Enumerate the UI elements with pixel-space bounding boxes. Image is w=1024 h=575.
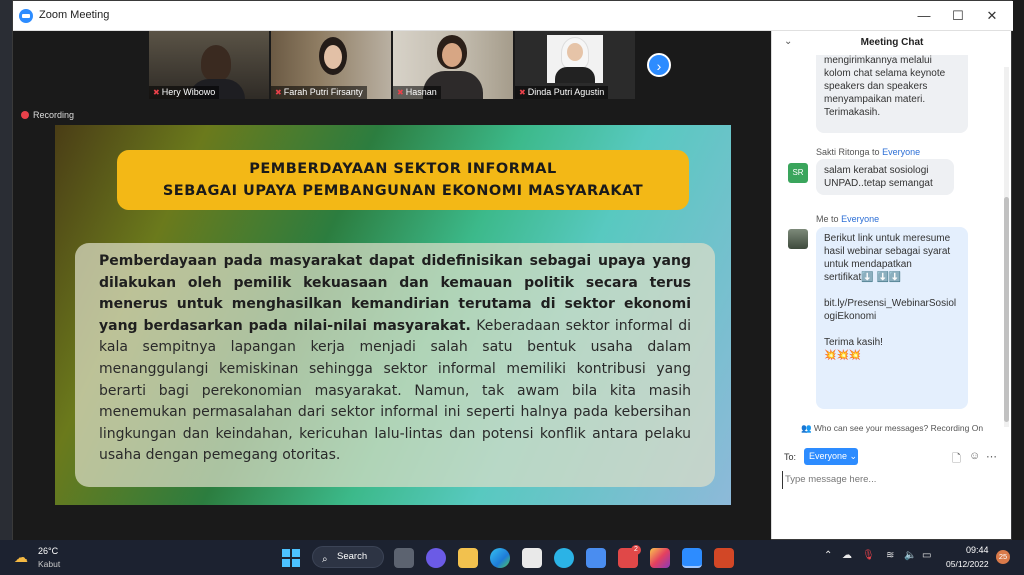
more-options-icon[interactable]: ⋯ bbox=[986, 450, 997, 463]
notification-badge: 2 bbox=[631, 545, 641, 555]
search-label: Search bbox=[337, 551, 368, 562]
chat-sender-line: Sakti Ritonga to Everyone bbox=[816, 147, 920, 157]
desktop-background bbox=[0, 0, 12, 540]
windows-start-icon[interactable] bbox=[282, 549, 300, 567]
meeting-area: ✖ Hery Wibowo ✖ Farah Putri Firsanty ✖ Hasn… bbox=[13, 31, 771, 541]
slide-body-box: Pemberdayaan pada masyarakat dapat didef… bbox=[75, 243, 715, 487]
maximize-button[interactable]: ☐ bbox=[943, 5, 973, 27]
participant-name: Dinda Putri Agustin bbox=[527, 87, 605, 97]
chat-panel: ⌄ Meeting Chat mengirimkannya melalui ko… bbox=[771, 31, 1011, 539]
privacy-note[interactable]: 👥 Who can see your messages? Recording O… bbox=[772, 423, 1012, 434]
chat-closing-text: Terima kasih! bbox=[824, 337, 883, 348]
mic-muted-icon: ✖ bbox=[153, 88, 160, 97]
zoom-taskbar-icon[interactable] bbox=[682, 548, 702, 568]
window-title: Zoom Meeting bbox=[39, 9, 110, 21]
todo-app-icon[interactable]: 2 bbox=[618, 545, 641, 568]
participant-tile[interactable]: ✖ Hery Wibowo bbox=[149, 31, 269, 99]
chat-message: mengirimkannya melalui kolom chat selama… bbox=[816, 55, 968, 133]
chat-emojis: 💥💥💥 bbox=[824, 350, 862, 361]
clock-time[interactable]: 09:44 bbox=[966, 545, 989, 555]
file-explorer-icon[interactable] bbox=[458, 548, 478, 568]
recipient-name[interactable]: Everyone bbox=[841, 214, 879, 224]
help-app-icon[interactable] bbox=[554, 548, 574, 568]
chat-sender-line: Me to Everyone bbox=[816, 214, 879, 224]
shared-screen-slide: PEMBERDAYAAN SEKTOR INFORMAL SEBAGAI UPA… bbox=[55, 125, 731, 505]
recipient-dropdown[interactable]: Everyone ⌄ bbox=[804, 448, 858, 465]
file-icon[interactable]: 🗋 bbox=[952, 450, 961, 469]
slide-title-line-1: PEMBERDAYAAN SEKTOR INFORMAL bbox=[249, 161, 557, 177]
zoom-logo-icon bbox=[19, 9, 33, 23]
sender-name: Me bbox=[816, 214, 829, 224]
chat-message-input[interactable]: Type message here... bbox=[782, 471, 1002, 489]
weather-description[interactable]: Kabut bbox=[38, 559, 60, 569]
participant-tile[interactable]: ✖ Hasnan bbox=[393, 31, 513, 99]
chat-title: Meeting Chat bbox=[860, 37, 924, 48]
recipient-name[interactable]: Everyone bbox=[882, 147, 920, 157]
chat-message: salam kerabat sosiologi UNPAD..tetap sem… bbox=[816, 159, 954, 195]
participant-name: Farah Putri Firsanty bbox=[283, 87, 363, 97]
chat-scrollbar[interactable] bbox=[1004, 67, 1009, 427]
participant-video bbox=[201, 45, 231, 81]
avatar bbox=[788, 229, 808, 249]
sender-name: Sakti Ritonga bbox=[816, 147, 870, 157]
chevron-up-icon[interactable]: ⌃ bbox=[824, 550, 832, 561]
slide-title-line-2: SEBAGAI UPAYA PEMBANGUNAN EKONOMI MASYAR… bbox=[162, 183, 644, 199]
slide-body-regular: Keberadaan sektor informal di kala sempi… bbox=[99, 317, 691, 464]
mic-muted-icon: ✖ bbox=[275, 88, 282, 97]
emoji-icon[interactable]: ☺ bbox=[969, 450, 980, 462]
recipient-value: Everyone bbox=[809, 451, 848, 461]
chat-link[interactable]: bit.ly/Presensi_WebinarSosiologiEkonomi bbox=[824, 297, 960, 323]
chevron-down-icon: ⌄ bbox=[849, 451, 858, 461]
chat-message: Berikut link untuk meresume hasil webina… bbox=[816, 227, 968, 409]
title-bar: Zoom Meeting — ☐ ✕ bbox=[13, 1, 1013, 31]
taskbar-search[interactable]: ⌕ Search bbox=[312, 546, 384, 568]
teams-chat-icon[interactable] bbox=[426, 548, 446, 568]
chat-message-text: Berikut link untuk meresume hasil webina… bbox=[824, 233, 951, 283]
record-dot-icon bbox=[21, 111, 29, 119]
minimize-button[interactable]: — bbox=[909, 5, 939, 27]
participant-name: Hery Wibowo bbox=[161, 87, 216, 97]
powerpoint-icon[interactable] bbox=[714, 548, 734, 568]
close-button[interactable]: ✕ bbox=[977, 5, 1007, 27]
vscode-icon[interactable] bbox=[586, 548, 606, 568]
clock-date[interactable]: 05/12/2022 bbox=[946, 559, 989, 569]
search-icon: ⌕ bbox=[322, 554, 328, 565]
microphone-icon[interactable]: 🎙 bbox=[862, 550, 875, 561]
recording-indicator[interactable]: Recording bbox=[21, 107, 74, 123]
scrollbar-thumb[interactable] bbox=[1004, 197, 1009, 422]
edge-browser-icon[interactable] bbox=[490, 548, 510, 568]
to-label: To: bbox=[784, 452, 797, 462]
participant-tile[interactable]: ✖ Farah Putri Firsanty bbox=[271, 31, 391, 99]
avatar: SR bbox=[788, 163, 808, 183]
privacy-note-text: Who can see your messages? Recording On bbox=[813, 423, 984, 433]
weather-temperature[interactable]: 26°C bbox=[38, 546, 58, 556]
people-icon: 👥 bbox=[800, 423, 812, 433]
slide-title-box: PEMBERDAYAAN SEKTOR INFORMAL SEBAGAI UPA… bbox=[117, 150, 689, 210]
slide-body-text: Pemberdayaan pada masyarakat dapat didef… bbox=[99, 251, 691, 467]
mic-muted-icon: ✖ bbox=[519, 88, 526, 97]
instagram-icon[interactable] bbox=[650, 548, 670, 568]
taskbar: ☁ 26°C Kabut ⌕ Search 2 ⌃ ☁ 🎙 ≋ 🔈 ▭ 09:44… bbox=[0, 540, 1024, 575]
cloud-icon[interactable]: ☁ bbox=[842, 550, 852, 561]
microsoft-store-icon[interactable] bbox=[522, 548, 542, 568]
chat-header: ⌄ Meeting Chat bbox=[772, 31, 1012, 55]
mic-muted-icon: ✖ bbox=[397, 88, 404, 97]
recording-label: Recording bbox=[33, 110, 75, 120]
to-word: to bbox=[831, 214, 839, 224]
notification-center-badge[interactable]: 25 bbox=[996, 550, 1010, 564]
task-view-icon[interactable] bbox=[394, 548, 414, 568]
zoom-window: Zoom Meeting — ☐ ✕ ✖ Hery Wibowo ✖ Farah P… bbox=[12, 0, 1013, 541]
to-word: to bbox=[872, 147, 880, 157]
weather-icon[interactable]: ☁ bbox=[14, 549, 28, 566]
next-participants-button[interactable]: › bbox=[647, 53, 671, 77]
wifi-icon[interactable]: ≋ bbox=[886, 550, 894, 561]
participant-name: Hasnan bbox=[405, 87, 437, 97]
chat-message-text: mengirimkannya melalui kolom chat selama… bbox=[824, 55, 946, 118]
volume-icon[interactable]: 🔈 bbox=[904, 550, 916, 561]
participant-tile[interactable]: ✖ Dinda Putri Agustin bbox=[515, 31, 635, 99]
chat-message-text: salam kerabat sosiologi UNPAD..tetap sem… bbox=[824, 165, 933, 189]
battery-icon[interactable]: ▭ bbox=[922, 550, 931, 561]
